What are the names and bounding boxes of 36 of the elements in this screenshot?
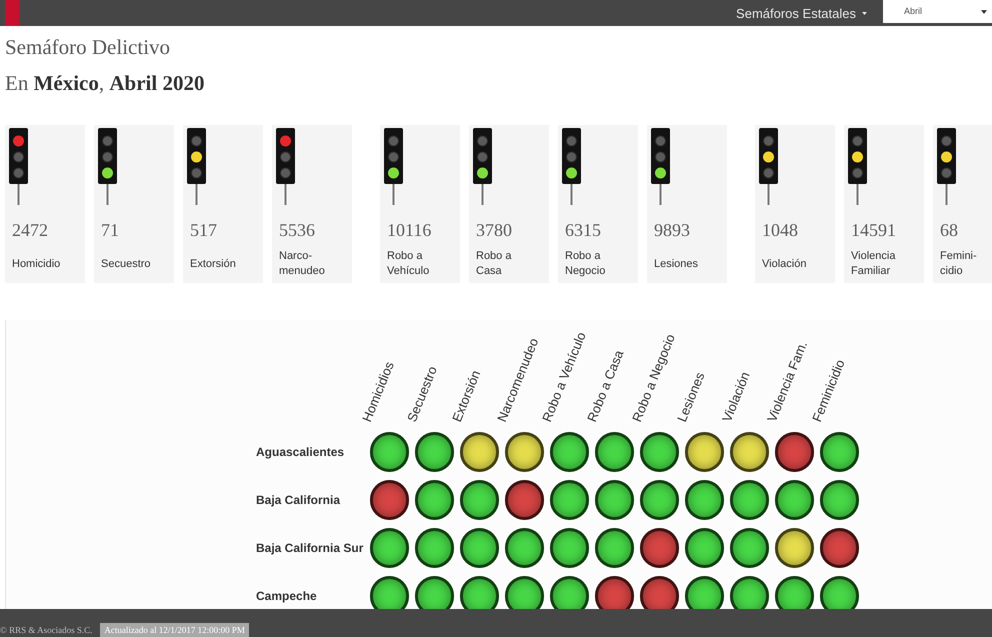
updated-badge: Actualizado al 12/1/2017 12:00:00 PM [100,623,249,637]
crime-label: Secuestro [101,258,151,270]
page-title: Semáforo Delictivo [5,34,170,61]
crime-label: Homicidio [12,258,60,270]
crime-label: Violación [762,258,806,270]
crime-label: Extorsión [190,258,236,270]
crime-count: 6315 [565,220,601,240]
state-name: Aguascalientes [256,445,344,459]
copyright-text: © RRS & Asociados S.C. [0,624,92,637]
caret-icon [981,10,987,14]
crime-count: 2472 [12,220,48,240]
crime-count: 3780 [476,220,512,240]
crime-count: 68 [940,220,958,240]
crime-label: Lesiones [654,258,698,270]
column-header: Robo a Casa [584,348,626,424]
caret-icon [862,12,867,14]
crime-label: Robo a Vehículo [387,250,430,277]
crime-count: 9893 [654,220,690,240]
state-name: Campeche [256,589,317,603]
state-name: Baja California Sur [256,541,364,555]
states-menu-button[interactable]: Semáforos Estatales [736,0,883,26]
crime-label: Violencia Familiar [851,250,896,277]
state-name: Baja California [256,493,340,507]
crime-count: 10116 [387,220,432,240]
crime-count: 14591 [851,220,896,240]
crime-count: 517 [190,220,217,240]
logo-icon [5,0,19,26]
crime-count: 1048 [762,220,798,240]
crime-count: 5536 [279,220,315,240]
crime-label: Robo a Casa [476,250,512,277]
crime-label: Femini-cidio [940,250,977,277]
page-subtitle: En México, Abril 2020 [5,70,204,97]
crime-label: Narco-menudeo [279,250,325,277]
crime-count: 71 [101,220,119,240]
crime-label: Robo a Negocio [565,250,606,277]
month-select[interactable]: Abril [883,0,992,23]
